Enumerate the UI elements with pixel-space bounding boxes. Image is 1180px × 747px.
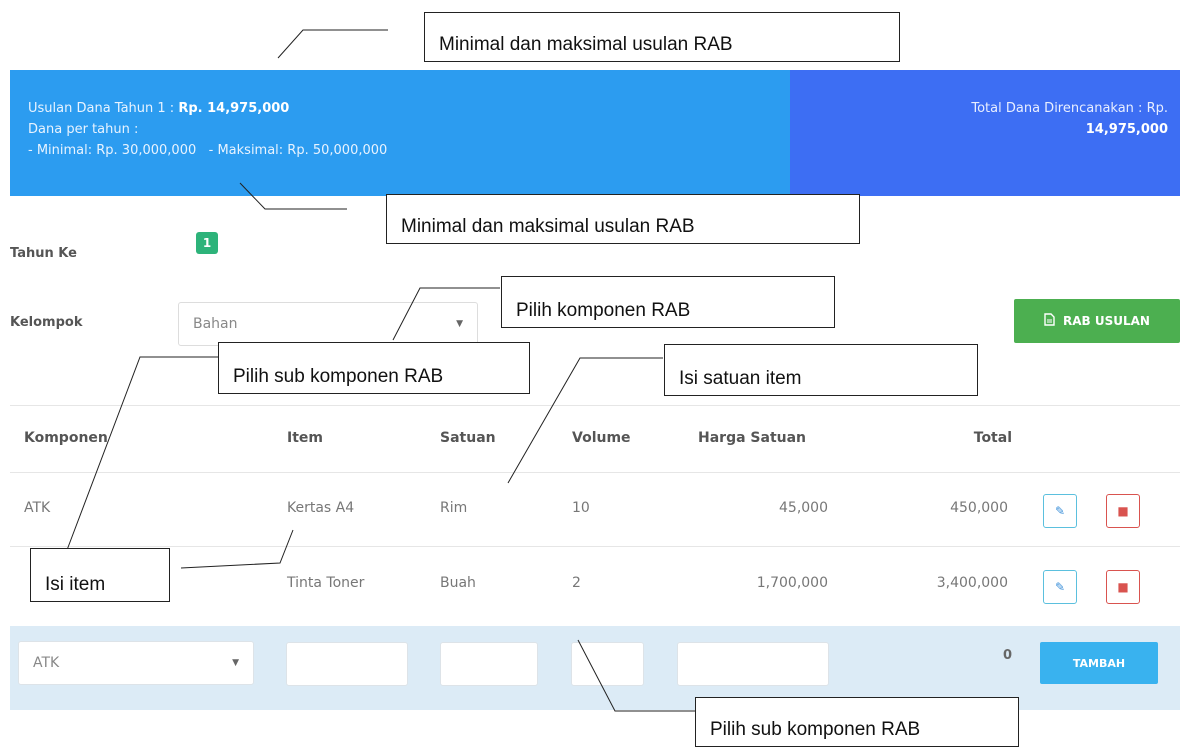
- cell-volume: 10: [572, 500, 590, 516]
- annotation-line: [180, 529, 294, 569]
- cell-satuan: Buah: [440, 575, 476, 591]
- th-item: Item: [287, 430, 323, 446]
- kelompok-label: Kelompok: [10, 315, 83, 330]
- th-total: Total: [973, 430, 1012, 446]
- annotation-callout: Isi satuan item: [664, 344, 978, 396]
- rab-usulan-button[interactable]: RAB USULAN: [1014, 299, 1180, 343]
- annotation-line: [277, 29, 388, 59]
- annotation-line: [507, 357, 663, 484]
- total-dana-panel: Total Dana Direncanakan : Rp. 14,975,000: [790, 70, 1180, 196]
- cell-satuan: Rim: [440, 500, 468, 516]
- komponen-select[interactable]: ATK ▼: [18, 641, 254, 685]
- annotation-callout: Minimal dan maksimal usulan RAB: [424, 12, 900, 62]
- cell-harga: 1,700,000: [756, 575, 828, 591]
- usulan-value: Rp. 14,975,000: [178, 101, 290, 116]
- th-satuan: Satuan: [440, 430, 496, 446]
- cell-total: 3,400,000: [936, 575, 1008, 591]
- trash-icon: ■: [1117, 504, 1129, 518]
- kelompok-select[interactable]: Bahan ▼: [178, 302, 478, 346]
- th-harga-satuan: Harga Satuan: [698, 430, 807, 446]
- satuan-input[interactable]: [440, 642, 538, 686]
- cell-volume: 2: [572, 575, 581, 591]
- cell-komponen: ATK: [24, 500, 51, 516]
- th-volume: Volume: [572, 430, 631, 446]
- caret-down-icon: ▼: [232, 658, 239, 668]
- harga-input[interactable]: [677, 642, 829, 686]
- annotation-callout: Pilih sub komponen RAB: [695, 697, 1019, 747]
- dana-per-tahun-label: Dana per tahun :: [28, 122, 139, 137]
- kelompok-selected: Bahan: [193, 316, 238, 332]
- edit-button[interactable]: ✎: [1043, 570, 1077, 604]
- table-top-divider: [10, 405, 1180, 406]
- annotation-callout: Pilih sub komponen RAB: [218, 342, 530, 394]
- cell-harga: 45,000: [779, 500, 828, 516]
- trash-icon: ■: [1117, 580, 1129, 594]
- cell-item: Tinta Toner: [287, 575, 365, 591]
- komponen-selected: ATK: [33, 655, 60, 671]
- pencil-icon: ✎: [1054, 504, 1066, 518]
- annotation-callout: Minimal dan maksimal usulan RAB: [386, 194, 860, 244]
- volume-input[interactable]: [571, 642, 644, 686]
- total-dana-label: Total Dana Direncanakan : Rp.: [971, 101, 1168, 116]
- edit-button[interactable]: ✎: [1043, 494, 1077, 528]
- cell-total: 450,000: [950, 500, 1008, 516]
- caret-down-icon: ▼: [456, 319, 463, 329]
- usulan-label: Usulan Dana Tahun 1 :: [28, 101, 175, 116]
- total-dana-value: 14,975,000: [1085, 122, 1168, 137]
- document-icon: [1044, 313, 1055, 329]
- th-komponen: Komponen: [24, 430, 108, 446]
- annotation-callout: Pilih komponen RAB: [501, 276, 835, 328]
- delete-button[interactable]: ■: [1106, 570, 1140, 604]
- tahun-badge: 1: [196, 232, 218, 254]
- pencil-icon: ✎: [1054, 580, 1066, 594]
- header-divider: [10, 472, 1180, 473]
- row-divider: [10, 546, 1180, 547]
- min-max-text: - Minimal: Rp. 30,000,000 - Maksimal: Rp…: [28, 143, 388, 158]
- item-input[interactable]: [286, 642, 408, 686]
- rab-usulan-label: RAB USULAN: [1063, 314, 1150, 328]
- annotation-line: [66, 356, 220, 551]
- tahun-ke-label: Tahun Ke: [10, 246, 77, 261]
- cell-item: Kertas A4: [287, 500, 355, 516]
- add-row-total: 0: [1002, 648, 1012, 663]
- tambah-button[interactable]: TAMBAH: [1040, 642, 1158, 684]
- delete-button[interactable]: ■: [1106, 494, 1140, 528]
- usulan-summary-panel: Usulan Dana Tahun 1 : Rp. 14,975,000 Dan…: [10, 70, 790, 196]
- annotation-callout: Isi item: [30, 548, 170, 602]
